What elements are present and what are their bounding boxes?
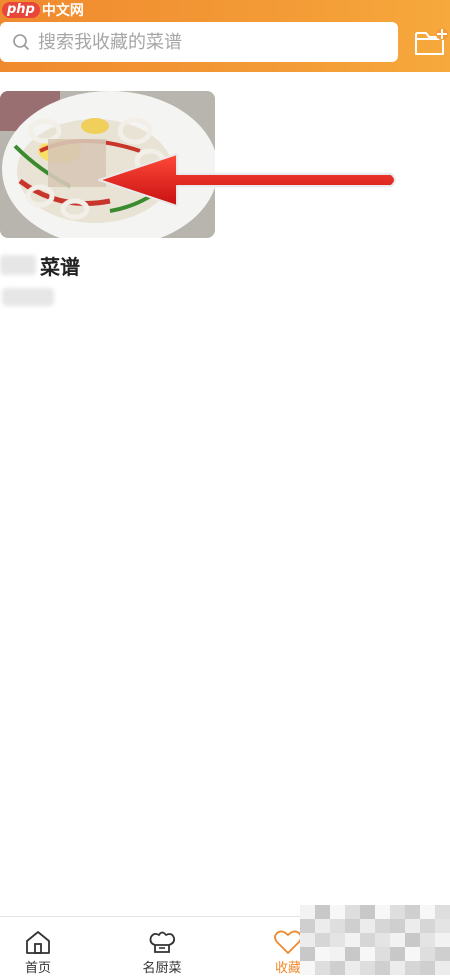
search-input[interactable] <box>36 30 380 54</box>
mosaic-cell <box>420 905 435 919</box>
mosaic-cell <box>360 961 375 975</box>
tab-chef[interactable]: 名厨菜 <box>112 917 212 976</box>
watermark-logo: php <box>2 2 40 18</box>
mosaic-cell <box>300 919 315 933</box>
mosaic-cell <box>315 961 330 975</box>
mosaic-cell <box>330 905 345 919</box>
recipe-title-label: 菜谱 <box>40 256 80 279</box>
search-icon <box>13 34 29 50</box>
recipe-subtitle <box>2 288 54 311</box>
mosaic-cell <box>300 961 315 975</box>
mosaic-cell <box>390 933 405 947</box>
blurred-text <box>2 288 54 306</box>
tab-home-label: 首页 <box>24 960 51 975</box>
mosaic-cell <box>420 919 435 933</box>
home-icon <box>26 931 50 954</box>
mosaic-cell <box>315 947 330 961</box>
mosaic-cell <box>390 961 405 975</box>
mosaic-cell <box>345 919 360 933</box>
mosaic-cell <box>420 947 435 961</box>
mosaic-cell <box>435 947 450 961</box>
watermark-text: 中文网 <box>41 2 84 18</box>
mosaic-cell <box>390 919 405 933</box>
mosaic-cell <box>345 933 360 947</box>
mosaic-cell <box>315 905 330 919</box>
mosaic-cell <box>405 933 420 947</box>
mosaic-cell <box>375 919 390 933</box>
mosaic-cell <box>405 905 420 919</box>
mosaic-cell <box>300 933 315 947</box>
mosaic-cell <box>360 933 375 947</box>
mosaic-cell <box>420 933 435 947</box>
mosaic-cell <box>330 933 345 947</box>
mosaic-cell <box>300 947 315 961</box>
folder-add-icon[interactable] <box>413 26 449 58</box>
mosaic-cell <box>330 947 345 961</box>
mosaic-cell <box>405 947 420 961</box>
red-arrow-icon <box>98 153 396 207</box>
mosaic-cell <box>375 961 390 975</box>
mosaic-cell <box>375 905 390 919</box>
mosaic-cell <box>345 947 360 961</box>
mosaic-overlay <box>300 905 450 975</box>
mosaic-cell <box>375 947 390 961</box>
header: php 中文网 <box>0 0 450 72</box>
mosaic-cell <box>360 919 375 933</box>
mosaic-cell <box>345 905 360 919</box>
watermark: php 中文网 <box>2 0 84 20</box>
mosaic-cell <box>375 933 390 947</box>
mosaic-cell <box>420 961 435 975</box>
mosaic-cell <box>360 947 375 961</box>
mosaic-cell <box>345 961 360 975</box>
blurred-text <box>0 255 36 275</box>
chef-hat-icon <box>149 931 176 953</box>
mosaic-cell <box>315 919 330 933</box>
mosaic-cell <box>405 961 420 975</box>
mosaic-cell <box>390 905 405 919</box>
tab-favorites-label: 收藏 <box>274 960 301 975</box>
mosaic-cell <box>435 905 450 919</box>
mosaic-cell <box>435 919 450 933</box>
mosaic-cell <box>315 933 330 947</box>
search-bar[interactable] <box>0 22 398 62</box>
mosaic-cell <box>330 919 345 933</box>
tab-chef-label: 名厨菜 <box>142 960 182 975</box>
heart-icon <box>274 930 302 954</box>
mosaic-cell <box>435 933 450 947</box>
tab-home[interactable]: 首页 <box>0 917 88 976</box>
mosaic-cell <box>330 961 345 975</box>
mosaic-cell <box>390 947 405 961</box>
recipe-title[interactable]: 菜谱 <box>0 252 80 279</box>
mosaic-cell <box>360 905 375 919</box>
mosaic-cell <box>435 961 450 975</box>
mosaic-cell <box>300 905 315 919</box>
mosaic-cell <box>405 919 420 933</box>
